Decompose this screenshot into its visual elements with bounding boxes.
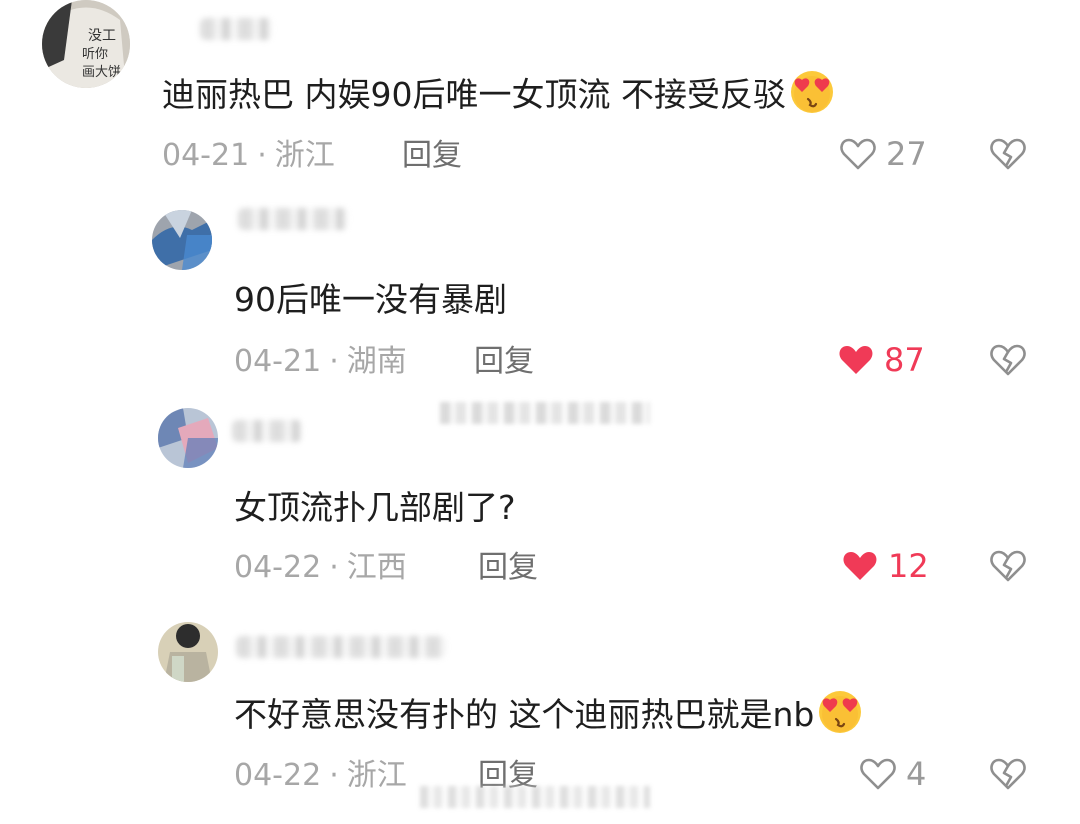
heart-filled-icon — [843, 552, 877, 580]
username-redacted[interactable] — [238, 208, 348, 230]
meta-separator: · — [257, 138, 267, 173]
comment-location: 浙江 — [346, 758, 407, 793]
broken-heart-icon — [990, 344, 1026, 376]
comment-item: 不好意思没有扑的 这个迪丽热巴就是nb 04-22 · 浙江 回复 4 — [0, 610, 1080, 824]
avatar[interactable] — [158, 408, 218, 468]
username-redacted[interactable] — [236, 636, 446, 658]
comment-text-content: 不好意思没有扑的 这个迪丽热巴就是nb — [234, 695, 815, 734]
username-redacted[interactable] — [200, 18, 272, 40]
like-count: 87 — [884, 341, 925, 379]
comment-meta: 04-21 · 湖南 — [234, 344, 407, 380]
meta-separator: · — [329, 758, 339, 793]
comment-date: 04-22 — [234, 758, 322, 793]
broken-heart-icon — [990, 550, 1026, 582]
dislike-button[interactable] — [988, 546, 1028, 590]
comment-location: 江西 — [346, 550, 407, 585]
comment-text: 迪丽热巴 内娱90后唯一女顶流 不接受反驳 — [162, 68, 836, 117]
like-button[interactable]: 27 — [838, 134, 927, 174]
reply-button[interactable]: 回复 — [402, 138, 462, 174]
heart-eyes-emoji-icon — [816, 688, 864, 736]
comment-item: 没工 听你 画大饼 迪丽热巴 内娱90后唯一女顶流 不接受反驳 04-21 · 浙江… — [0, 0, 1080, 190]
avatar[interactable] — [158, 622, 218, 682]
like-count: 4 — [906, 755, 927, 793]
like-count: 12 — [888, 547, 929, 585]
meta-separator: · — [329, 550, 339, 585]
comment-text: 女顶流扑几部剧了? — [234, 486, 516, 530]
like-button[interactable]: 4 — [858, 754, 926, 794]
comment-location: 浙江 — [274, 138, 335, 173]
heart-filled-icon — [839, 346, 873, 374]
like-count: 27 — [886, 135, 927, 173]
avatar-shirt-text: 听你 — [82, 47, 108, 62]
meta-separator: · — [329, 344, 339, 379]
broken-heart-icon — [990, 138, 1026, 170]
reply-target-redacted — [440, 402, 650, 424]
comment-meta: 04-21 · 浙江 — [162, 138, 335, 174]
reply-button[interactable]: 回复 — [474, 344, 534, 380]
comment-date: 04-21 — [162, 138, 250, 173]
comment-meta: 04-22 · 浙江 — [234, 758, 407, 794]
heart-outline-icon — [860, 758, 896, 790]
comment-item: 女顶流扑几部剧了? 04-22 · 江西 回复 12 — [0, 400, 1080, 600]
avatar[interactable]: 没工 听你 画大饼 — [42, 0, 130, 88]
avatar-shirt-text: 没工 — [88, 28, 116, 44]
dislike-button[interactable] — [988, 340, 1028, 384]
username-redacted[interactable] — [232, 420, 302, 442]
comment-location: 湖南 — [346, 344, 407, 379]
dislike-button[interactable] — [988, 754, 1028, 798]
comment-text-content: 迪丽热巴 内娱90后唯一女顶流 不接受反驳 — [162, 75, 786, 114]
like-button[interactable]: 87 — [836, 340, 925, 380]
like-button[interactable]: 12 — [840, 546, 929, 586]
comment-item: 90后唯一没有暴剧 04-21 · 湖南 回复 87 — [0, 200, 1080, 400]
comment-date: 04-22 — [234, 550, 322, 585]
avatar[interactable] — [152, 210, 212, 270]
reply-button[interactable]: 回复 — [478, 550, 538, 586]
comment-text: 不好意思没有扑的 这个迪丽热巴就是nb — [234, 688, 864, 737]
comment-date: 04-21 — [234, 344, 322, 379]
dislike-button[interactable] — [988, 134, 1028, 178]
watermark-redacted — [420, 786, 650, 808]
heart-outline-icon — [840, 138, 876, 170]
heart-eyes-emoji-icon — [788, 68, 836, 116]
broken-heart-icon — [990, 758, 1026, 790]
comment-text-content: 女顶流扑几部剧了? — [234, 488, 516, 527]
comment-meta: 04-22 · 江西 — [234, 550, 407, 586]
avatar-shirt-text: 画大饼 — [82, 65, 121, 80]
comment-text: 90后唯一没有暴剧 — [234, 278, 507, 322]
comment-text-content: 90后唯一没有暴剧 — [234, 280, 507, 319]
